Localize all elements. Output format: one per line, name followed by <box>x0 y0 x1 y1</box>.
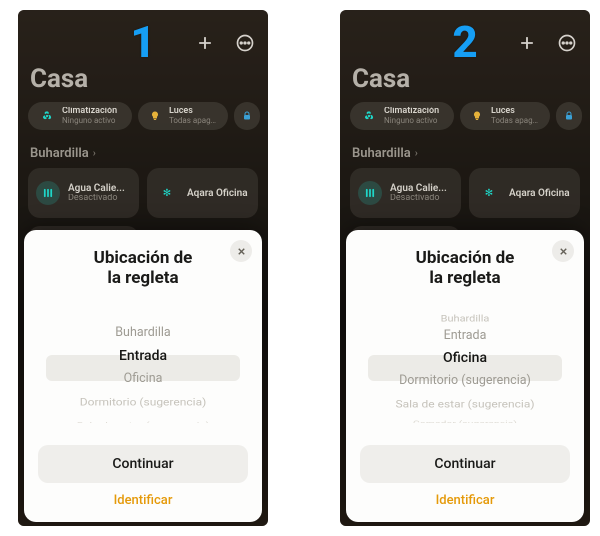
room-name: Buhardilla <box>352 146 411 161</box>
picker-item[interactable]: Dormitorio (sugerencia) <box>360 370 570 392</box>
phone-screenshot-2: Casa Climatización Ninguno activo <box>340 10 590 526</box>
more-icon[interactable] <box>556 32 578 54</box>
pill-climate-sub: Ninguno activo <box>62 117 117 125</box>
phone-screenshot-1: Casa Climatización Ninguno activo <box>18 10 268 526</box>
tile-agua-title: Agua Calie... <box>68 183 131 194</box>
picker-item[interactable]: Oficina <box>38 368 248 390</box>
picker-item[interactable]: Dormitorio (sugerencia) <box>38 392 248 411</box>
fan-icon <box>38 107 56 125</box>
home-title: Casa <box>30 64 88 94</box>
chevron-right-icon: › <box>415 148 418 159</box>
tile-agua-sub: Desactivado <box>68 194 131 204</box>
tile-agua-title: Agua Calie... <box>390 183 453 194</box>
picker-item[interactable] <box>38 312 248 319</box>
more-icon[interactable] <box>234 32 256 54</box>
pill-lights-sub: Todas apagadas <box>169 117 218 125</box>
continue-button[interactable]: Continuar <box>360 445 570 483</box>
room-picker[interactable]: Buhardilla Entrada Oficina Dormitorio (s… <box>360 311 570 423</box>
pill-climate-label: Climatización <box>384 107 439 116</box>
pill-lights-label: Luces <box>491 107 540 116</box>
tile-agua[interactable]: Agua Calie... Desactivado <box>28 168 139 218</box>
tile-aqara[interactable]: ✻ Aqara Oficina <box>469 168 580 218</box>
pill-climate[interactable]: Climatización Ninguno activo <box>350 102 454 130</box>
pill-extra[interactable] <box>556 102 582 130</box>
identify-button[interactable]: Identificar <box>428 489 503 512</box>
close-button[interactable] <box>230 240 252 262</box>
tile-agua[interactable]: Agua Calie... Desactivado <box>350 168 461 218</box>
picker-item[interactable]: Buhardilla <box>360 312 570 324</box>
pill-climate-sub: Ninguno activo <box>384 117 439 125</box>
sensor-icon: ✻ <box>155 181 179 205</box>
lock-icon <box>562 107 576 125</box>
lock-icon <box>240 107 254 125</box>
room-header[interactable]: Buhardilla › <box>352 146 418 161</box>
tile-aqara[interactable]: ✻ Aqara Oficina <box>147 168 258 218</box>
tile-aqara-title: Aqara Oficina <box>509 188 572 199</box>
location-sheet: Ubicación dela regleta Buhardilla Entrad… <box>346 230 584 522</box>
continue-button[interactable]: Continuar <box>38 445 248 483</box>
overlay-number-2: 2 <box>452 16 477 68</box>
location-sheet: Ubicación dela regleta Buhardilla Entrad… <box>24 230 262 522</box>
overlay-number-1: 1 <box>130 16 155 68</box>
pill-lights[interactable]: Luces Todas apagadas <box>460 102 550 130</box>
sheet-title: Ubicación dela regleta <box>360 244 570 289</box>
pill-climate[interactable]: Climatización Ninguno activo <box>28 102 132 130</box>
home-title: Casa <box>352 64 410 94</box>
pill-lights[interactable]: Luces Todas apagadas <box>138 102 228 130</box>
fan-icon <box>360 107 378 125</box>
pill-lights-label: Luces <box>169 107 218 116</box>
heater-icon <box>36 181 60 205</box>
picker-item[interactable]: Sala de estar (sugerencia) <box>360 394 570 413</box>
pill-lights-sub: Todas apagadas <box>491 117 540 125</box>
picker-item[interactable]: Comedor (sugerencia) <box>360 418 570 423</box>
picker-item[interactable]: Sala de estar (sugerencia) <box>38 417 248 423</box>
pill-extra[interactable] <box>234 102 260 130</box>
room-picker[interactable]: Buhardilla Entrada Oficina Dormitorio (s… <box>38 311 248 423</box>
picker-item[interactable]: Entrada <box>360 326 570 346</box>
sensor-icon: ✻ <box>477 181 501 205</box>
identify-button[interactable]: Identificar <box>106 489 181 512</box>
room-name: Buhardilla <box>30 146 89 161</box>
bulb-icon <box>470 107 485 125</box>
pill-climate-label: Climatización <box>62 107 117 116</box>
close-button[interactable] <box>552 240 574 262</box>
picker-item[interactable]: Buhardilla <box>38 322 248 344</box>
tile-agua-sub: Desactivado <box>390 194 453 204</box>
picker-item-selected[interactable]: Entrada <box>38 345 248 367</box>
heater-icon <box>358 181 382 205</box>
bulb-icon <box>148 107 163 125</box>
tile-aqara-title: Aqara Oficina <box>187 188 250 199</box>
sheet-title: Ubicación dela regleta <box>38 244 248 289</box>
room-header[interactable]: Buhardilla › <box>30 146 96 161</box>
add-icon[interactable] <box>194 32 216 54</box>
chevron-right-icon: › <box>93 148 96 159</box>
add-icon[interactable] <box>516 32 538 54</box>
picker-item-selected[interactable]: Oficina <box>360 347 570 369</box>
